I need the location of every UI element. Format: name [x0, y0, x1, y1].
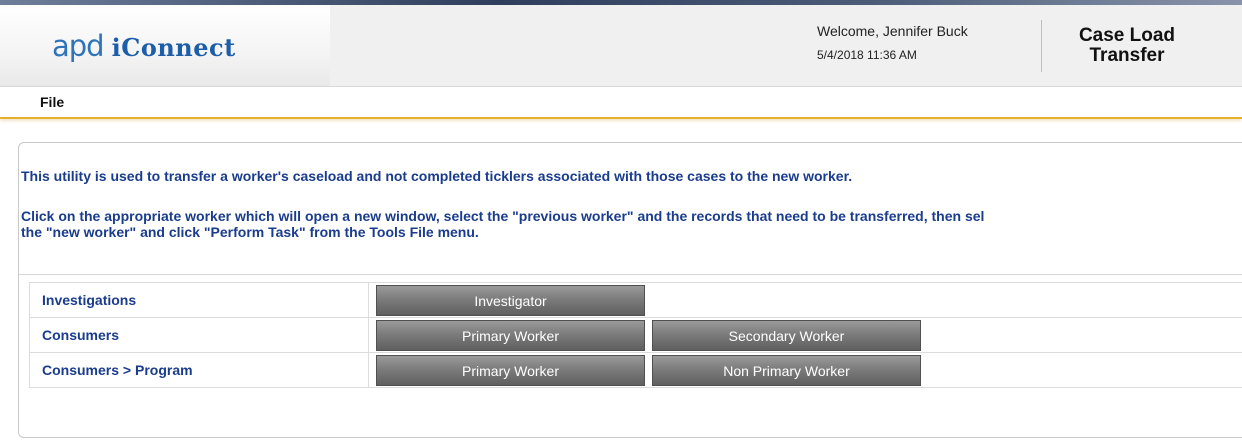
instruction-text-3: the "new worker" and click "Perform Task…: [21, 224, 479, 240]
consumers-primary-worker-button[interactable]: Primary Worker: [376, 320, 645, 351]
section-divider: [19, 274, 1242, 275]
investigator-button[interactable]: Investigator: [376, 285, 645, 316]
row-consumers-program: Consumers > Program Primary Worker Non P…: [29, 352, 1242, 388]
row-investigations: Investigations Investigator: [29, 282, 1242, 318]
page-title-block: Case Load Transfer: [1042, 5, 1242, 86]
program-non-primary-worker-button[interactable]: Non Primary Worker: [652, 355, 921, 386]
logo-panel: apd iConnect: [0, 5, 330, 86]
page-title: Case Load Transfer: [1078, 24, 1176, 66]
content-panel: This utility is used to transfer a worke…: [18, 142, 1242, 438]
menu-bar: File: [0, 87, 1242, 119]
app-header: apd iConnect Welcome, Jennifer Buck 5/4/…: [0, 5, 1242, 87]
logo-apd-text: apd: [52, 28, 105, 63]
row-buttons: Primary Worker Secondary Worker: [376, 320, 921, 351]
menu-file[interactable]: File: [40, 94, 64, 110]
row-consumers: Consumers Primary Worker Secondary Worke…: [29, 317, 1242, 353]
login-timestamp: 5/4/2018 11:36 AM: [817, 47, 917, 62]
instruction-text-1: This utility is used to transfer a worke…: [21, 168, 853, 184]
apd-iconnect-logo[interactable]: apd iConnect: [52, 29, 236, 63]
user-panel: Welcome, Jennifer Buck 5/4/2018 11:36 AM…: [330, 5, 1242, 86]
row-label-investigations: Investigations: [29, 283, 369, 317]
welcome-text: Welcome, Jennifer Buck: [817, 22, 968, 39]
logo-iconnect-text: iConnect: [111, 32, 236, 62]
instruction-text-2: Click on the appropriate worker which wi…: [21, 208, 985, 224]
row-label-consumers: Consumers: [29, 318, 369, 352]
row-label-consumers-program: Consumers > Program: [29, 353, 369, 387]
program-primary-worker-button[interactable]: Primary Worker: [376, 355, 645, 386]
row-buttons: Primary Worker Non Primary Worker: [376, 355, 921, 386]
row-buttons: Investigator: [376, 285, 645, 316]
welcome-block: Welcome, Jennifer Buck 5/4/2018 11:36 AM: [817, 19, 1042, 72]
worker-grid: Investigations Investigator Consumers Pr…: [29, 282, 1242, 388]
consumers-secondary-worker-button[interactable]: Secondary Worker: [652, 320, 921, 351]
